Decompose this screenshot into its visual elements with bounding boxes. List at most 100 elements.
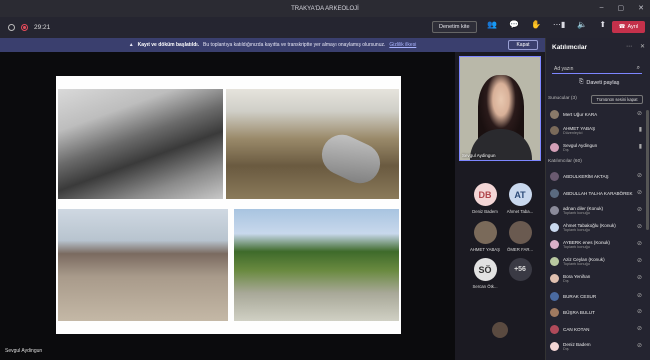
banner-text: Bu toplantıya katıldığınızda kayıtta ve … [203, 42, 386, 48]
avatar [550, 222, 559, 232]
list-item[interactable]: BURAK CESUR ⊘ [550, 289, 642, 303]
list-item[interactable]: ABDULKERİM AKTAŞ ⊘ [550, 169, 642, 183]
gallery-tile[interactable]: DB Deniz Badem [465, 183, 505, 221]
gallery-overflow[interactable]: +56 [500, 258, 540, 296]
avatar [508, 221, 532, 244]
tile-name: ÖMER FAR... [506, 247, 534, 252]
meeting-timer: 29:21 [34, 24, 51, 31]
maximize-icon[interactable]: ▢ [618, 4, 625, 12]
participant-role: Toplantı konuğu [563, 210, 590, 215]
list-item[interactable]: adnan diler (Konuk) Toplantı konuğu ⊘ [550, 203, 642, 217]
list-item[interactable]: CAN KOTAN ⊘ [550, 322, 642, 336]
list-item[interactable]: BÜŞRA BULUT ⊘ [550, 305, 642, 319]
overflow-count: +56 [508, 258, 532, 281]
mic-icon[interactable]: 🔈 [577, 20, 587, 29]
chat-icon[interactable]: 💬 [509, 20, 519, 29]
avatar [473, 221, 497, 244]
camera-icon[interactable]: ▮ [561, 20, 565, 29]
more-icon[interactable]: ⋯ [553, 20, 561, 29]
participant-role: Dış [563, 278, 569, 283]
avatar [550, 205, 559, 215]
banner-close-button[interactable]: Kapat [508, 40, 538, 50]
slide-photo-2 [226, 89, 399, 199]
mic-off-icon: ⊘ [636, 326, 642, 332]
mic-off-icon: ⊘ [636, 207, 642, 213]
share-icon: ⎘ [579, 79, 584, 85]
list-item[interactable]: Sevgul Aydingun Dış ▮ [550, 140, 642, 154]
leave-button[interactable]: ☎ Ayrıl [612, 21, 645, 33]
privacy-link[interactable]: Gizlilik ilkesi [389, 42, 416, 48]
avatar [550, 239, 559, 249]
self-video-avatar[interactable] [492, 322, 508, 338]
window-title: TRAKYA'DA ARKEOLOJİ [291, 5, 359, 12]
shared-content-stage: Sevgul Aydingun [0, 52, 455, 360]
avatar [550, 256, 559, 266]
slide-photo-4 [234, 209, 399, 321]
list-item[interactable]: Ahmet Tabakoğlu (Konuk) Toplantı konuğu ⊘ [550, 220, 642, 234]
avatar: DB [473, 183, 497, 206]
participant-role: Toplantı konuğu [563, 227, 590, 232]
mic-off-icon: ⊘ [636, 275, 642, 281]
mute-all-button[interactable]: Tümünün sesini kapat [591, 95, 643, 104]
warning-icon: ▲ [128, 42, 134, 48]
list-item[interactable]: AHMET YABAŞ Düzenleyici ▮ [550, 123, 642, 137]
participant-role: Dış [563, 346, 569, 351]
spotlight-name: Sevgul Aydingun [462, 153, 496, 158]
mic-off-icon: ⊘ [636, 224, 642, 230]
participant-search-input[interactable]: Ad yazın ⌕ [552, 64, 642, 74]
avatar: AT [508, 183, 532, 206]
participant-role: Dış [563, 147, 569, 152]
mic-icon: ▮ [638, 144, 642, 150]
avatar: SÖ [473, 258, 497, 281]
avatar [550, 291, 559, 301]
list-item[interactable]: Aziz Ceylan (Konuk) Toplantı konuğu ⊘ [550, 254, 642, 268]
mic-off-icon: ⊘ [636, 293, 642, 299]
participant-role: Düzenleyici [563, 130, 583, 135]
presenters-header[interactable]: Sunucular (3) [548, 96, 577, 101]
avatar [550, 273, 559, 283]
participant-name: ABDULKERİM AKTAŞ [563, 173, 609, 179]
share-invite-button[interactable]: ⎘ Daveti paylaş [579, 79, 619, 86]
tile-name: Deniz Badem [472, 209, 498, 214]
gallery-tile[interactable]: AT Ahmet Taba... [500, 183, 540, 221]
gallery-tile[interactable]: ÖMER FAR... [500, 221, 540, 259]
list-item[interactable]: ABDULLAH TALHA KARABÖREK ⊘ [550, 186, 642, 200]
minimize-icon[interactable]: – [600, 4, 604, 12]
banner-bold: Kayıt ve döküm başlatıldı. [137, 42, 200, 48]
participant-role: Toplantı konuğu [563, 244, 590, 249]
spotlight-video[interactable]: Sevgul Aydingun [459, 56, 541, 161]
list-item[interactable]: AYBERK enes (Konuk) Toplantı konuğu ⊘ [550, 237, 642, 251]
list-item[interactable]: Mert Uğur KARA ⊘ [550, 107, 642, 121]
list-item[interactable]: Bora Yenihan Dış ⊘ [550, 271, 642, 285]
gallery-tile[interactable]: SÖ Sercan Ötk... [465, 258, 505, 296]
close-panel-icon[interactable]: ✕ [640, 43, 645, 50]
close-icon[interactable]: ✕ [638, 4, 644, 12]
participant-name: BÜŞRA BULUT [563, 309, 595, 315]
participant-role: Toplantı konuğu [563, 261, 590, 266]
more-options-icon[interactable]: ⋯ [626, 43, 632, 50]
mic-off-icon: ⊘ [636, 111, 642, 117]
avatar [550, 109, 559, 119]
reactions-icon[interactable]: ✋ [531, 20, 541, 29]
avatar [550, 188, 559, 198]
attendees-header[interactable]: Katılımcılar (60) [548, 159, 582, 164]
presenter-name: Sevgul Aydingun [5, 348, 43, 354]
mic-off-icon: ⊘ [636, 190, 642, 196]
avatar [550, 142, 559, 152]
slide-photo-3 [58, 209, 228, 321]
participant-name: BURAK CESUR [563, 293, 597, 299]
title-bar: TRAKYA'DA ARKEOLOJİ – ▢ ✕ [0, 0, 650, 17]
share-screen-icon[interactable]: ⬆ [599, 20, 606, 29]
list-item[interactable]: Deniz Badem Dış ⊘ [550, 339, 642, 353]
avatar [550, 307, 559, 317]
avatar [550, 341, 559, 351]
participant-name: Mert Uğur KARA [563, 111, 598, 117]
mic-off-icon: ⊘ [636, 258, 642, 264]
mic-off-icon: ⊘ [636, 343, 642, 349]
avatar [550, 125, 559, 135]
focus-button[interactable]: Denetim kite [432, 21, 477, 33]
panel-scrollbar[interactable] [646, 110, 649, 230]
people-icon[interactable]: 👥 [487, 20, 497, 29]
tile-name: AHMET YABAŞ [469, 247, 501, 252]
gallery-tile[interactable]: AHMET YABAŞ [465, 221, 505, 259]
